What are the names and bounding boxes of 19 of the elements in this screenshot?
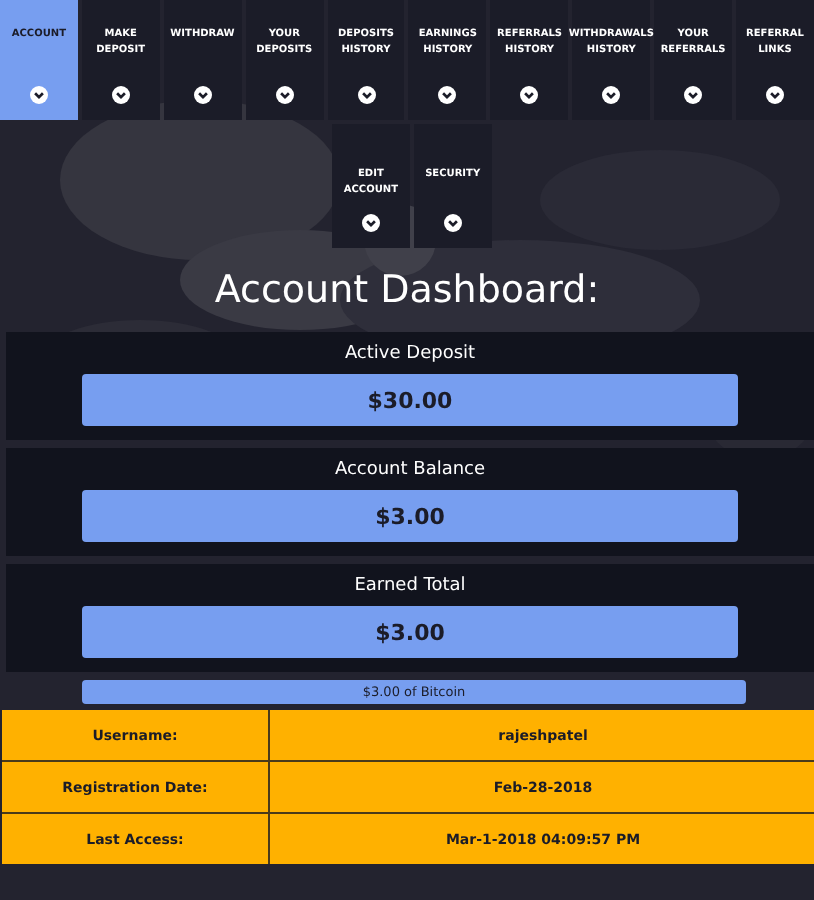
chevron-down-icon bbox=[193, 86, 212, 104]
stat-label: Earned Total bbox=[354, 576, 466, 596]
chevron-down-icon bbox=[111, 86, 130, 104]
chevron-down-icon bbox=[684, 86, 703, 104]
stat-value: $3.00 bbox=[82, 606, 738, 658]
chevron-down-icon bbox=[602, 86, 621, 104]
chevron-down-icon bbox=[29, 86, 48, 104]
stat-value: $3.00 bbox=[82, 490, 738, 542]
chevron-down-icon bbox=[520, 86, 539, 104]
chevron-down-icon bbox=[275, 86, 294, 104]
stat-label: Active Deposit bbox=[344, 344, 476, 364]
chevron-down-icon bbox=[443, 214, 462, 232]
chevron-down-icon bbox=[361, 214, 380, 232]
page-title: Account Dashboard: bbox=[212, 268, 602, 312]
stat-value: $30.00 bbox=[82, 374, 738, 426]
stat-label: Account Balance bbox=[334, 460, 486, 480]
chevron-down-icon bbox=[438, 86, 457, 104]
chevron-down-icon bbox=[765, 86, 784, 104]
chevron-down-icon bbox=[357, 86, 375, 104]
